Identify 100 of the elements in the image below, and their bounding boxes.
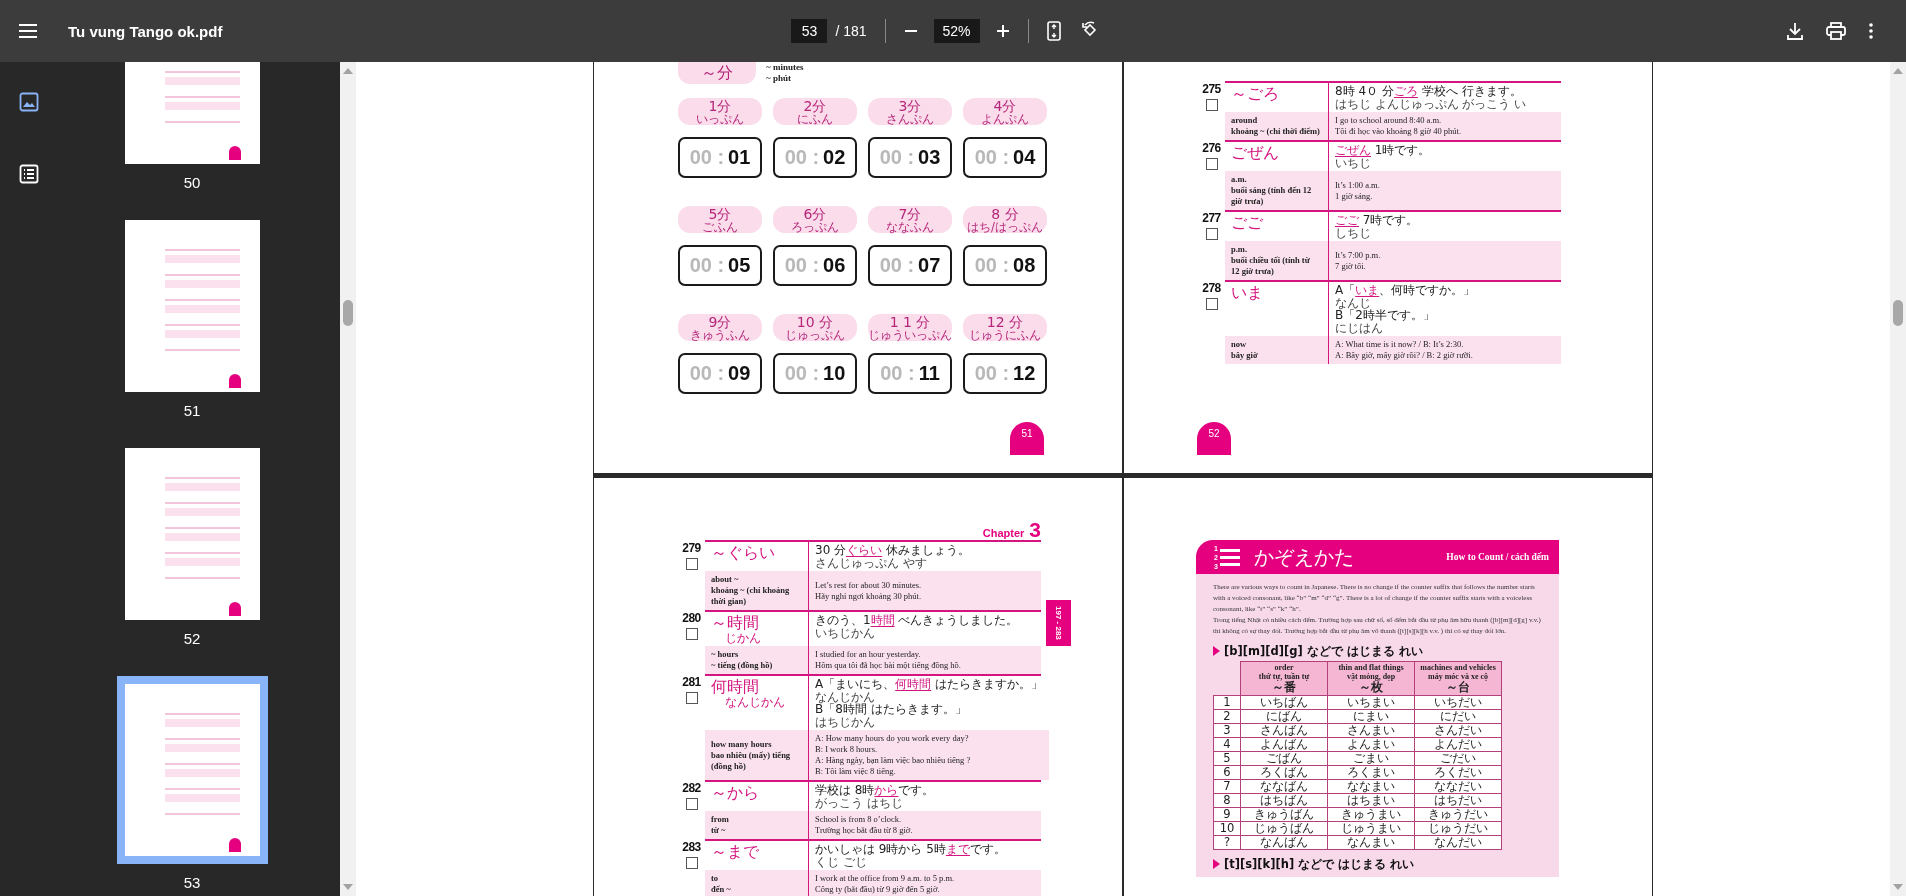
column-header: machines and vehicles máy móc và xe cộ ～台 (1414, 661, 1502, 696)
translation-text: I go to school around 8:40 a.m. (1335, 115, 1443, 126)
checkbox[interactable] (1205, 298, 1218, 310)
reading-text: じゅうにふん (969, 328, 1041, 341)
checkbox[interactable] (1205, 99, 1218, 111)
minute-label: 10 分 (796, 314, 834, 329)
translation-text: 7 giờ tối. (1335, 260, 1367, 272)
meaning-text: a.m. (1231, 174, 1248, 185)
example-sentence: B「8時間 はたらきます。」 (815, 703, 968, 716)
list-icon[interactable] (19, 164, 39, 184)
checkbox[interactable] (685, 857, 698, 869)
time-prefix: 00 : (879, 146, 915, 169)
translation-text: Let’s rest for about 30 minutes. (815, 579, 923, 591)
scrollbar[interactable] (1890, 62, 1906, 896)
example-sentence: A「いま、何時ですか。」 (1335, 284, 1477, 297)
meaning-text: to (711, 873, 720, 884)
time-prefix: 00 : (784, 146, 820, 169)
download-icon[interactable] (1786, 22, 1804, 40)
page-number: 51 (183, 402, 201, 420)
entry-number: 283 (682, 841, 701, 854)
time-prefix: 00 : (784, 254, 820, 277)
translation-text: B: I work 8 hours. (815, 744, 879, 755)
example-sentence: きのう、1時間 べんきょうしました。 (815, 614, 1020, 627)
meaning-text: giờ trưa) (1231, 196, 1265, 207)
vocab-term: ごぜん (1231, 144, 1280, 162)
vocab-term: ～まで (711, 843, 760, 861)
page-number-field[interactable]: 53 (791, 19, 828, 43)
example-sentence: ごご 7時です。 (1335, 214, 1420, 227)
page-number: 52 (183, 630, 201, 648)
meaning-text: p.m. (1231, 244, 1249, 255)
subheading: [t][s][k][h] などで はじまる れい (1224, 857, 1415, 871)
example-sentence: 8時 4０ 分ごろ 学校へ 行きます。 (1335, 85, 1523, 98)
zoom-field[interactable]: 52% (933, 19, 980, 43)
chapter-label: Chapter (982, 527, 1025, 539)
entry-number: 276 (1202, 142, 1221, 155)
time-value: 06 (823, 254, 846, 277)
subheading: [b][m][d][g] などで はじまる れい (1224, 644, 1423, 658)
reading-text: さんぷん (886, 112, 934, 125)
checkbox[interactable] (685, 692, 698, 704)
scrollbar[interactable] (340, 62, 356, 896)
translation-text: 1 giờ sáng. (1335, 190, 1374, 202)
reading-text: はち/はっぷん (967, 220, 1043, 233)
minute-label: 5分 (708, 206, 732, 221)
checkbox[interactable] (685, 628, 698, 640)
zoom-in-icon[interactable] (995, 24, 1010, 38)
time-value: 01 (728, 146, 751, 169)
time-value: 10 (823, 362, 846, 385)
meaning-text: ~ hours (711, 649, 740, 660)
vocab-term: ～時間 (711, 614, 760, 632)
meaning-text: từ ~ (711, 825, 727, 836)
translation-text: School is from 8 o’clock. (815, 814, 903, 825)
minute-label: 3分 (898, 98, 922, 113)
time-prefix: 00 : (879, 254, 915, 277)
document-title: Tu vung Tango ok.pdf (68, 22, 223, 40)
translation-text: I work at the office from 9 a.m. to 5 p.m. (815, 873, 956, 884)
meaning-text: how many hours (711, 738, 773, 750)
time-prefix: 00 : (784, 362, 820, 385)
scrollbar-thumb[interactable] (1893, 300, 1903, 326)
checkbox[interactable] (1205, 228, 1218, 240)
translation-text: Công ty (bắt đầu) từ 9 giờ đến 5 giờ. (815, 884, 941, 895)
reading-text: じかん (724, 632, 762, 644)
time-value: 07 (918, 254, 941, 277)
reading-text: くじ ごじ (815, 856, 868, 868)
image-icon[interactable] (19, 92, 39, 112)
meaning-text: from (711, 814, 730, 825)
column-header: order thứ tự, tuần tự ～番 (1240, 661, 1328, 696)
time-value: 02 (823, 146, 846, 169)
reading-text: ごふん (702, 220, 738, 233)
section-subtitle: How to Count / cách đếm (1446, 552, 1549, 562)
menu-icon[interactable] (18, 23, 38, 39)
time-prefix: 00 : (689, 146, 725, 169)
time-value: 03 (918, 146, 941, 169)
checkbox[interactable] (1205, 158, 1218, 170)
fit-page-icon[interactable] (1046, 21, 1061, 41)
vocab-term: ～ぐらい (711, 544, 776, 562)
vocab-term: ～ごろ (1231, 85, 1280, 103)
translation-text: Trường học bắt đầu từ 8 giờ. (815, 825, 914, 836)
entry-number: 278 (1202, 282, 1221, 295)
print-icon[interactable] (1826, 22, 1846, 40)
meaning-text: now (1231, 339, 1248, 350)
minute-label: 8 分 (991, 206, 1019, 221)
checkbox[interactable] (685, 798, 698, 810)
entry-number: 282 (682, 782, 701, 795)
example-sentence: A「まいにち、何時間 はたらきますか。」 (815, 678, 1044, 691)
translation-text: A: How many hours do you work every day? (815, 733, 970, 744)
page-thumbnail[interactable] (116, 676, 268, 864)
more-icon[interactable] (1868, 22, 1874, 40)
entry-number: 277 (1202, 212, 1221, 225)
vocab-term: ～から (711, 784, 760, 802)
meaning-text: đến ~ (711, 884, 732, 895)
scrollbar-thumb[interactable] (343, 300, 353, 326)
meaning-text: khoảng ~ (chỉ khoảng (711, 585, 791, 596)
reading-text: よんぷん (981, 112, 1029, 125)
meaning-text: bao nhiêu (mấy) tiếng (711, 749, 792, 761)
minute-label: 2分 (803, 98, 827, 113)
checkbox[interactable] (685, 558, 698, 570)
reading-text: じゅっぷん (785, 328, 845, 341)
reading-text: なんじ (1335, 297, 1371, 309)
vocab-term: いま (1231, 284, 1264, 302)
minute-label: 12 分 (986, 314, 1024, 329)
